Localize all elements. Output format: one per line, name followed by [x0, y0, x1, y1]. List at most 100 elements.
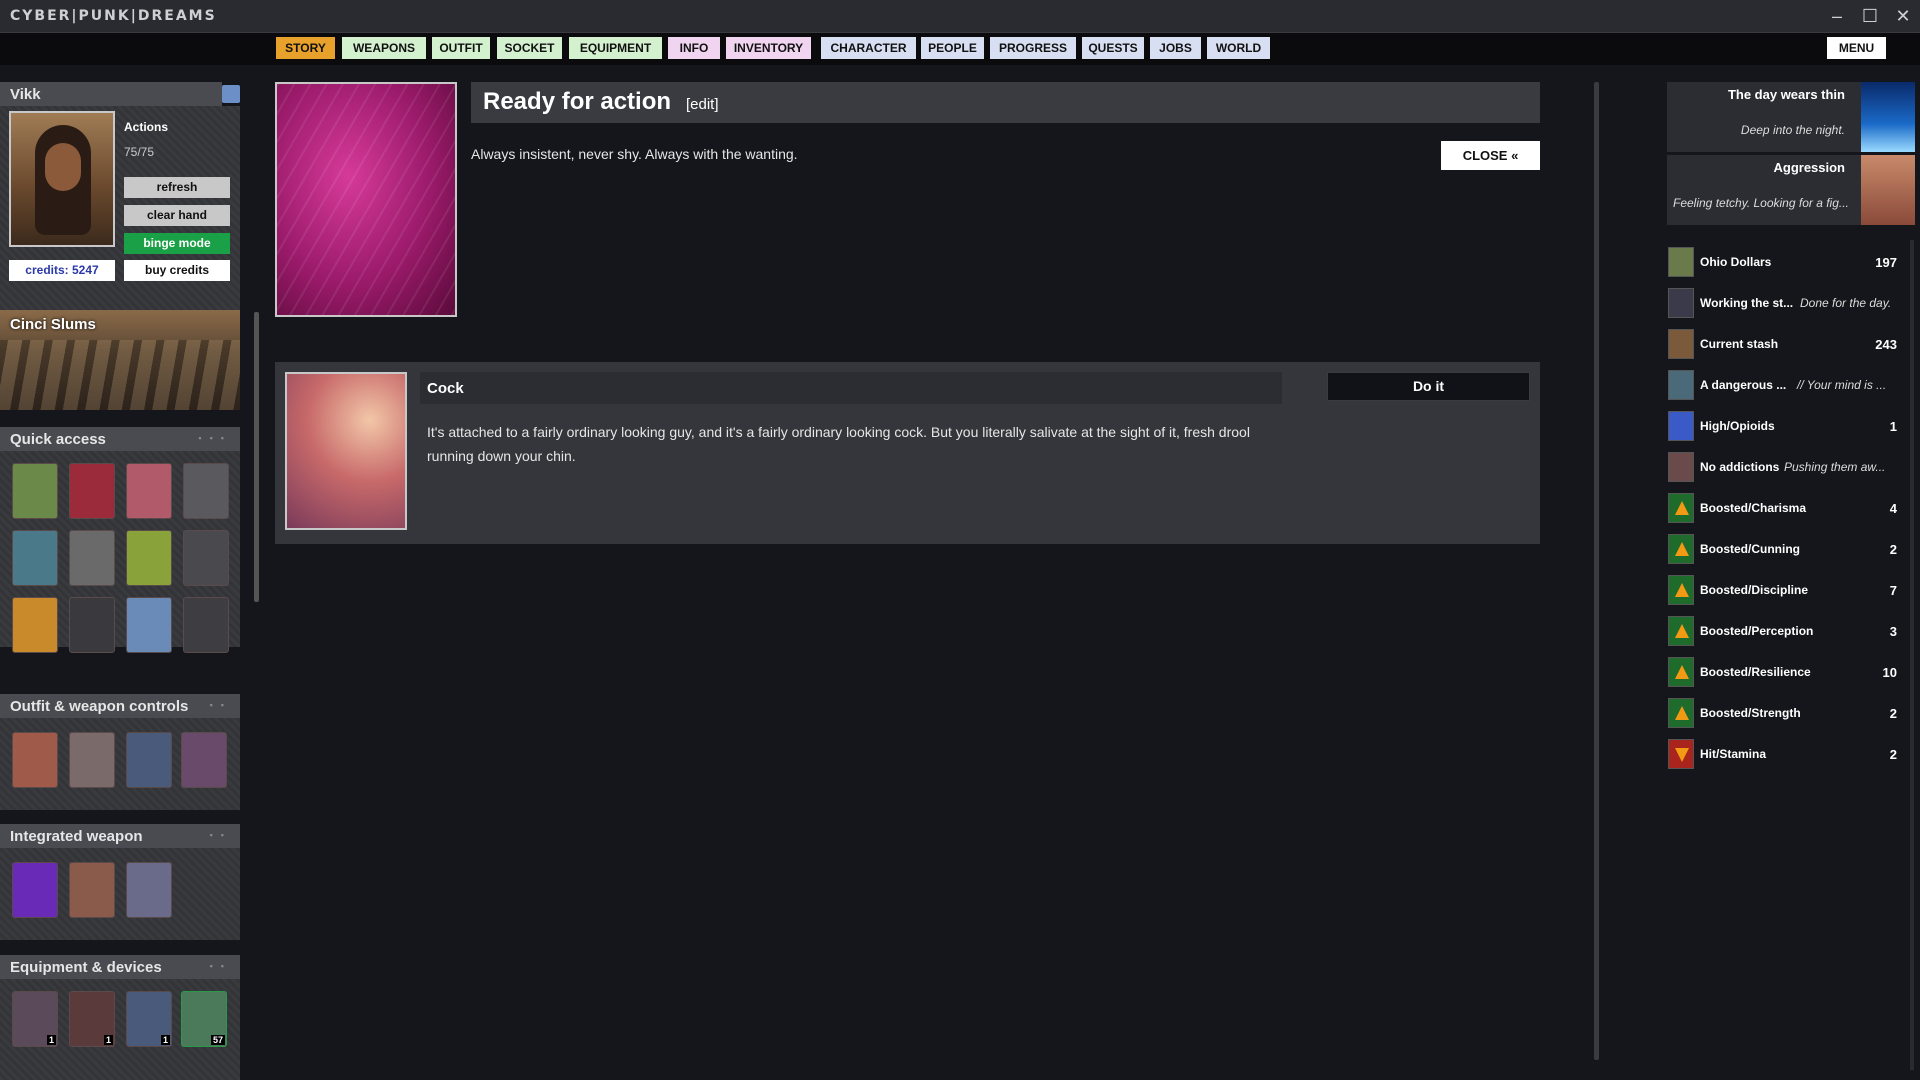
refresh-button[interactable]: refresh [124, 177, 230, 198]
quick-access-header: Quick access ▪▪▪ [0, 427, 240, 451]
tab-jobs[interactable]: JOBS [1150, 37, 1201, 59]
outfit-weapon-title: Outfit & weapon controls [10, 698, 189, 715]
quick-slot-2[interactable] [69, 463, 115, 519]
stat-row[interactable]: Hit/Stamina 2 [1667, 738, 1897, 770]
maximize-icon[interactable]: ☐ [1855, 4, 1885, 28]
panel-controls-icon[interactable]: ▪▪▪ [198, 433, 232, 443]
quick-slot-10[interactable] [69, 597, 115, 653]
tab-progress[interactable]: PROGRESS [990, 37, 1076, 59]
stat-row[interactable]: High/Opioids 1 [1667, 410, 1897, 442]
equipment-slot-2[interactable]: 1 [69, 991, 115, 1047]
stat-row[interactable]: Boosted/Cunning 2 [1667, 533, 1897, 565]
quick-slot-4[interactable] [183, 463, 229, 519]
stat-desc: Done for the day. [1800, 296, 1892, 310]
location-name: Cinci Slums [10, 316, 96, 333]
stat-row[interactable]: Boosted/Discipline 7 [1667, 574, 1897, 606]
outfit-slot-4[interactable] [181, 732, 227, 788]
integrated-weapon-header: Integrated weapon ▪▪ [0, 824, 240, 848]
character-portrait[interactable] [9, 111, 115, 247]
quick-slot-5[interactable] [12, 530, 58, 586]
quick-slot-3[interactable] [126, 463, 172, 519]
quick-slot-6[interactable] [69, 530, 115, 586]
stat-name: Current stash [1700, 337, 1779, 351]
tab-people[interactable]: PEOPLE [921, 37, 984, 59]
character-settings-icon[interactable] [222, 85, 240, 103]
quick-slot-9[interactable] [12, 597, 58, 653]
main-scrollbar[interactable] [1594, 82, 1599, 1060]
quick-slot-11[interactable] [126, 597, 172, 653]
boost-arrow-icon [1668, 493, 1694, 523]
panel-controls-icon[interactable]: ▪▪ [210, 961, 232, 971]
boost-arrow-icon [1668, 657, 1694, 687]
stat-name: Boosted/Perception [1700, 624, 1814, 638]
outfit-weapon-panel [0, 718, 240, 810]
status-card-subtitle: Deep into the night. [1740, 123, 1845, 137]
quick-slot-1[interactable] [12, 463, 58, 519]
quick-slot-12[interactable] [183, 597, 229, 653]
panel-controls-icon[interactable]: ▪▪ [210, 700, 232, 710]
outfit-slot-1[interactable] [12, 732, 58, 788]
tab-story[interactable]: STORY [276, 37, 335, 59]
tab-socket[interactable]: SOCKET [497, 37, 562, 59]
quick-slot-7[interactable] [126, 530, 172, 586]
stat-row[interactable]: Boosted/Charisma 4 [1667, 492, 1897, 524]
outfit-slot-2[interactable] [69, 732, 115, 788]
weapon-slot-3[interactable] [126, 862, 172, 918]
weapon-slot-1[interactable] [12, 862, 58, 918]
right-scrollbar[interactable] [1910, 240, 1914, 1070]
tab-outfit[interactable]: OUTFIT [432, 37, 490, 59]
minimize-icon[interactable]: – [1822, 4, 1852, 28]
tab-world[interactable]: WORLD [1207, 37, 1270, 59]
tab-quests[interactable]: QUESTS [1082, 37, 1144, 59]
stat-row[interactable]: Boosted/Strength 2 [1667, 697, 1897, 729]
close-icon[interactable]: ✕ [1888, 4, 1918, 28]
equipment-slot-4[interactable]: 57 [181, 991, 227, 1047]
stat-name: Boosted/Resilience [1700, 665, 1811, 679]
equipment-slot-1[interactable]: 1 [12, 991, 58, 1047]
integrated-weapon-title: Integrated weapon [10, 828, 143, 845]
stat-name: High/Opioids [1700, 419, 1775, 433]
stat-row[interactable]: Working the st... Done for the day. [1667, 287, 1897, 319]
outfit-slot-3[interactable] [126, 732, 172, 788]
menu-button[interactable]: MENU [1827, 37, 1886, 59]
location-panel[interactable]: Cinci Slums [0, 310, 240, 410]
equipment-slot-3[interactable]: 1 [126, 991, 172, 1047]
do-it-button[interactable]: Do it [1327, 372, 1530, 401]
tab-character[interactable]: CHARACTER [821, 37, 916, 59]
quick-slot-8[interactable] [183, 530, 229, 586]
stat-row[interactable]: A dangerous ... // Your mind is ... [1667, 369, 1897, 401]
stat-row[interactable]: Boosted/Perception 3 [1667, 615, 1897, 647]
stat-name: No addictions [1700, 460, 1780, 474]
integrated-weapon-panel [0, 848, 240, 940]
title-bar: CYBER|PUNK|DREAMS – ☐ ✕ [0, 0, 1920, 33]
stat-row[interactable]: Current stash 243 [1667, 328, 1897, 360]
boost-arrow-icon [1668, 534, 1694, 564]
addiction-icon [1668, 452, 1694, 482]
left-sidebar: Vikk Actions 75/75 refresh clear hand bi… [0, 82, 259, 1080]
story-description: Always insistent, never shy. Always with… [471, 146, 798, 162]
status-card-mood: Aggression Feeling tetchy. Looking for a… [1667, 155, 1915, 225]
stat-row[interactable]: Boosted/Resilience 10 [1667, 656, 1897, 688]
left-scrollbar[interactable] [254, 312, 259, 602]
binge-mode-button[interactable]: binge mode [124, 233, 230, 254]
stat-value: 3 [1889, 624, 1897, 639]
stat-row[interactable]: Ohio Dollars 197 [1667, 246, 1897, 278]
stat-name: A dangerous ... [1700, 378, 1787, 392]
panel-controls-icon[interactable]: ▪▪ [210, 830, 232, 840]
weapon-slot-2[interactable] [69, 862, 115, 918]
clear-hand-button[interactable]: clear hand [124, 205, 230, 226]
stat-row[interactable]: No addictions Pushing them aw... [1667, 451, 1897, 483]
close-button[interactable]: CLOSE « [1441, 141, 1540, 170]
stat-value: 7 [1889, 583, 1897, 598]
tab-inventory[interactable]: INVENTORY [726, 37, 811, 59]
tab-info[interactable]: INFO [668, 37, 720, 59]
tab-weapons[interactable]: WEAPONS [342, 37, 426, 59]
edit-link[interactable]: [edit] [686, 96, 719, 113]
app-title: CYBER|PUNK|DREAMS [10, 8, 217, 24]
cash-icon [1668, 247, 1694, 277]
opioid-icon [1668, 411, 1694, 441]
item-count: 1 [46, 1035, 56, 1045]
buy-credits-button[interactable]: buy credits [124, 260, 230, 281]
equipment-title: Equipment & devices [10, 959, 162, 976]
tab-equipment[interactable]: EQUIPMENT [569, 37, 662, 59]
